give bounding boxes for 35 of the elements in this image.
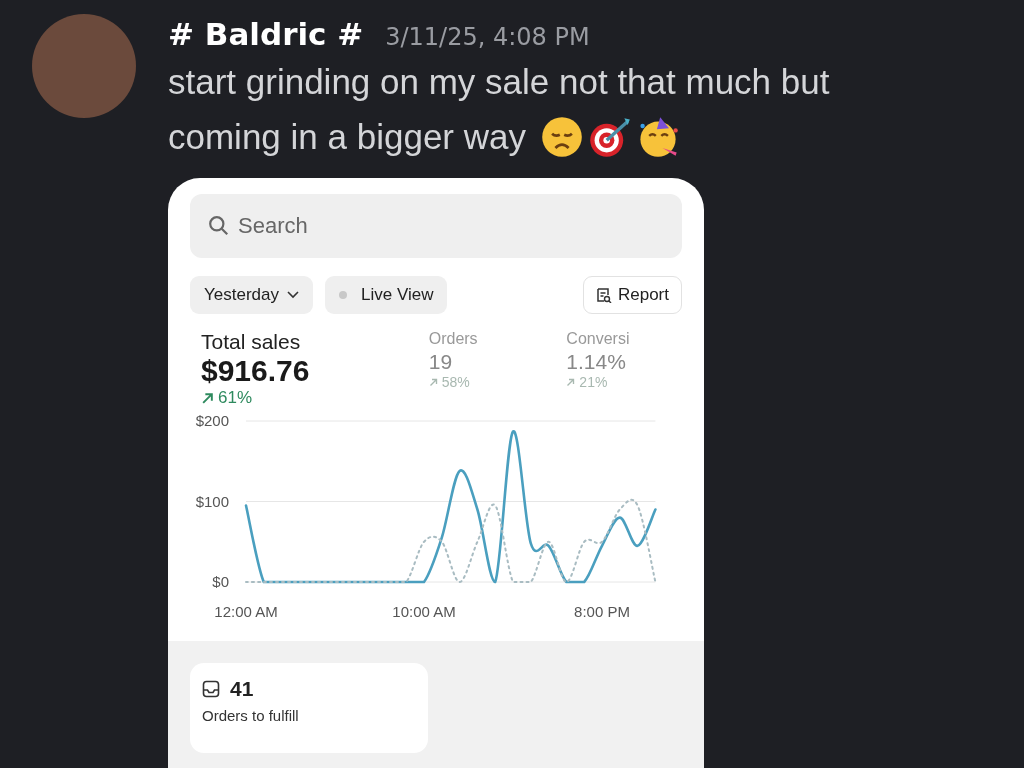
change-percent: 21% [579,374,608,390]
y-axis-label: $0 [212,573,229,590]
change-percent: 61% [218,388,253,408]
arrow-up-right-icon [566,377,576,387]
x-axis-label: 10:00 AM [392,603,456,620]
y-axis-label: $100 [195,492,229,510]
message-text: coming in a bigger way [168,116,526,158]
live-view-button[interactable]: Live View [325,276,448,314]
x-axis-label: 8:00 PM [574,603,630,620]
report-icon [595,287,612,303]
stat-label: Total sales [201,330,302,354]
task-count: 41 [230,677,254,701]
arrow-up-right-icon [428,377,438,387]
report-button[interactable]: Report [582,276,682,314]
search-icon [208,215,230,237]
author-name[interactable]: # Baldric # [168,16,364,52]
message-text: start grinding on my sale not that much but [168,61,830,103]
inbox-icon [202,680,220,698]
change-percent: 58% [441,374,470,390]
status-dot-icon [339,291,347,299]
search-field[interactable]: Search [190,194,682,258]
y-axis-label: $200 [195,412,229,429]
stat-value: $916.76 [201,354,311,388]
sad-face-icon [539,114,584,159]
arrow-up-right-icon [201,391,214,405]
stat-value: 19 [428,350,454,374]
stat-label: Orders [428,330,479,348]
task-card[interactable]: 41 Orders to fulfill [190,663,428,753]
task-label: Orders to fulfill [202,707,300,724]
stat-value: 1.14% [566,350,627,374]
x-axis-label: 12:00 AM [214,603,278,620]
chevron-down-icon [287,291,299,299]
stat-label: Conversi [566,330,631,348]
date-dropdown[interactable]: Yesterday [190,276,313,314]
timestamp: 3/11/25, 4:08 PM [385,23,590,51]
